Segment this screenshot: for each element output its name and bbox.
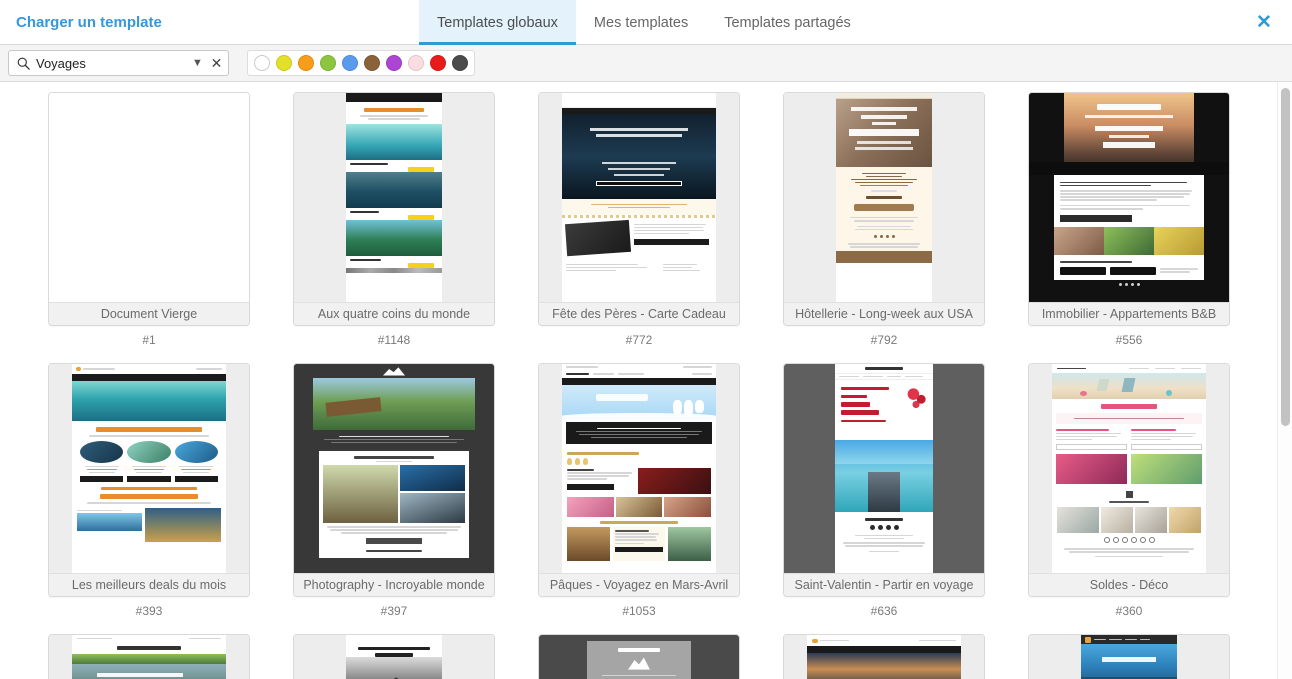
template-cell <box>1028 634 1230 679</box>
template-card-bientot-lete[interactable] <box>1028 634 1230 679</box>
template-card-mountain-view[interactable] <box>293 634 495 679</box>
template-card-hotellerie-long-week-aux-usa[interactable]: Hôtellerie - Long-week aux USA <box>783 92 985 326</box>
template-label: Aux quatre coins du monde <box>294 302 494 325</box>
template-id: #397 <box>380 604 408 618</box>
template-card-soldes-deco[interactable]: Soldes - Déco <box>1028 363 1230 597</box>
tab-templates-partages[interactable]: Templates partagés <box>706 0 869 45</box>
template-cell <box>293 634 495 679</box>
template-label: Fête des Pères - Carte Cadeau <box>539 302 739 325</box>
template-thumbnail <box>294 93 494 302</box>
vertical-scrollbar-thumb[interactable] <box>1281 88 1290 426</box>
template-label: Pâques - Voyagez en Mars-Avril <box>539 573 739 596</box>
template-id: #792 <box>870 333 898 347</box>
template-label: Document Vierge <box>49 302 249 325</box>
template-card-your-logo-grey[interactable] <box>538 634 740 679</box>
template-id: #1148 <box>377 333 411 347</box>
template-thumbnail <box>1029 93 1229 302</box>
template-card-fete-des-peres-carte-cadeau[interactable]: Fête des Pères - Carte Cadeau <box>538 92 740 326</box>
vertical-scrollbar-track[interactable] <box>1277 82 1292 679</box>
color-swatch-black[interactable] <box>452 55 468 71</box>
color-swatch-orange[interactable] <box>298 55 314 71</box>
template-cell: Saint-Valentin - Partir en voyage #636 <box>783 363 985 634</box>
template-card-paques-voyagez-en-mars-avril[interactable]: Pâques - Voyagez en Mars-Avril <box>538 363 740 597</box>
template-thumbnail <box>294 364 494 573</box>
template-cell: Document Vierge #1 <box>48 92 250 363</box>
template-id: #556 <box>1115 333 1143 347</box>
template-thumbnail <box>539 635 739 679</box>
template-id: #1 <box>142 333 156 347</box>
color-swatch-red[interactable] <box>430 55 446 71</box>
template-cell: Soldes - Déco #360 <box>1028 363 1230 634</box>
modal-header: Charger un template Templates globaux Me… <box>0 0 1292 45</box>
template-cell: Les meilleurs deals du mois #393 <box>48 363 250 634</box>
template-thumbnail <box>784 364 984 573</box>
tab-templates-globaux[interactable]: Templates globaux <box>419 0 576 45</box>
chevron-down-icon[interactable]: ▼ <box>188 57 207 69</box>
search-input[interactable] <box>34 55 188 71</box>
template-label: Hôtellerie - Long-week aux USA <box>784 302 984 325</box>
template-card-smart-travel[interactable] <box>783 634 985 679</box>
color-swatch-yellow[interactable] <box>276 55 292 71</box>
template-thumbnail <box>539 364 739 573</box>
color-swatch-brown[interactable] <box>364 55 380 71</box>
tab-bar: Templates globaux Mes templates Template… <box>419 0 869 45</box>
template-thumbnail <box>539 93 739 302</box>
search-icon <box>12 57 34 70</box>
template-card-saint-valentin-partir-en-voyage[interactable]: Saint-Valentin - Partir en voyage <box>783 363 985 597</box>
search-box[interactable]: ▼ ✕ <box>8 50 229 76</box>
template-id: #636 <box>870 604 898 618</box>
template-cell <box>538 634 740 679</box>
template-thumbnail <box>784 93 984 302</box>
tab-label: Mes templates <box>593 14 689 31</box>
template-cell: Immobilier - Appartements B&B #556 <box>1028 92 1230 363</box>
color-swatch-pink[interactable] <box>408 55 424 71</box>
tab-label: Templates globaux <box>437 14 558 31</box>
color-filter-group <box>247 50 475 76</box>
template-cell <box>48 634 250 679</box>
tab-mes-templates[interactable]: Mes templates <box>576 0 706 45</box>
template-thumbnail <box>1029 635 1229 679</box>
template-card-document-vierge[interactable]: Document Vierge <box>48 92 250 326</box>
template-card-photography-incroyable-monde[interactable]: Photography - Incroyable monde <box>293 363 495 597</box>
template-grid-scroll[interactable]: Document Vierge #1 Aux quatre coins du m… <box>0 82 1292 679</box>
page-title[interactable]: Charger un template <box>0 0 162 44</box>
template-id: #393 <box>135 604 163 618</box>
template-thumbnail <box>1029 364 1229 573</box>
template-id: #360 <box>1115 604 1143 618</box>
template-id: #1053 <box>622 604 656 618</box>
color-swatch-blue[interactable] <box>342 55 358 71</box>
template-card-immobilier-appartements-bnb[interactable]: Immobilier - Appartements B&B <box>1028 92 1230 326</box>
tab-label: Templates partagés <box>724 14 851 31</box>
template-id: #772 <box>625 333 653 347</box>
template-cell: Fête des Pères - Carte Cadeau #772 <box>538 92 740 363</box>
template-thumbnail <box>784 635 984 679</box>
template-cell: Aux quatre coins du monde #1148 <box>293 92 495 363</box>
template-label: Immobilier - Appartements B&B <box>1029 302 1229 325</box>
clear-icon[interactable]: ✕ <box>207 55 226 72</box>
template-cell: Pâques - Voyagez en Mars-Avril #1053 <box>538 363 740 634</box>
template-cell: Hôtellerie - Long-week aux USA #792 <box>783 92 985 363</box>
template-card-chambres-hotes[interactable] <box>48 634 250 679</box>
template-label: Saint-Valentin - Partir en voyage <box>784 573 984 596</box>
template-thumbnail <box>49 635 249 679</box>
close-icon[interactable]: ✕ <box>1248 0 1280 45</box>
template-thumbnail <box>49 93 249 302</box>
filter-bar: ▼ ✕ <box>0 45 1292 82</box>
template-cell <box>783 634 985 679</box>
template-thumbnail <box>49 364 249 573</box>
color-swatch-white[interactable] <box>254 55 270 71</box>
template-card-les-meilleurs-deals-du-mois[interactable]: Les meilleurs deals du mois <box>48 363 250 597</box>
template-label: Soldes - Déco <box>1029 573 1229 596</box>
template-cell: Photography - Incroyable monde #397 <box>293 363 495 634</box>
color-swatch-green[interactable] <box>320 55 336 71</box>
color-swatch-purple[interactable] <box>386 55 402 71</box>
template-thumbnail <box>294 635 494 679</box>
template-card-aux-quatre-coins-du-monde[interactable]: Aux quatre coins du monde <box>293 92 495 326</box>
template-grid: Document Vierge #1 Aux quatre coins du m… <box>0 82 1292 679</box>
template-label: Les meilleurs deals du mois <box>49 573 249 596</box>
template-label: Photography - Incroyable monde <box>294 573 494 596</box>
